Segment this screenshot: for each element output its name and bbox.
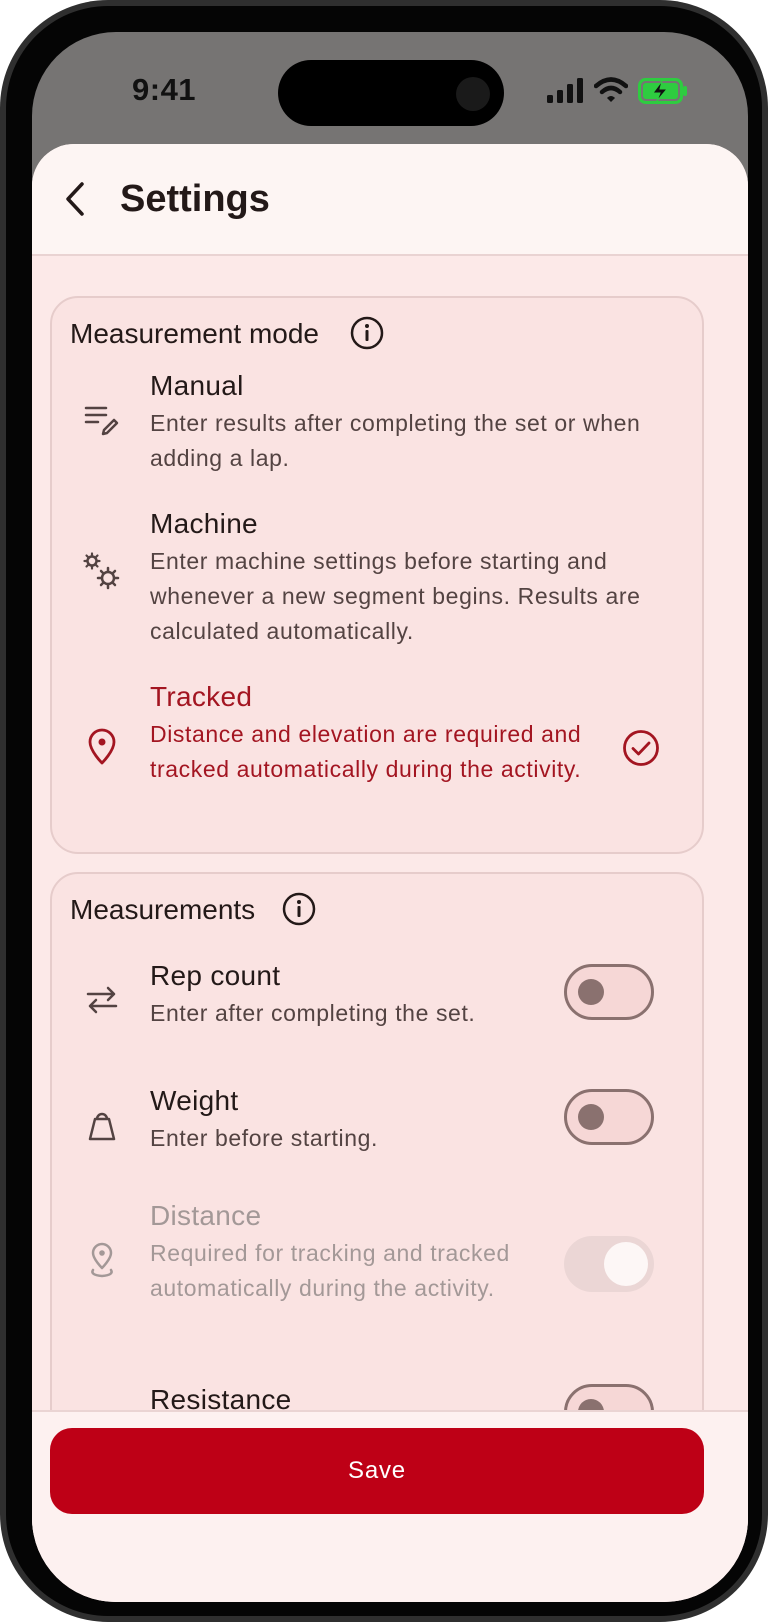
back-arrow-icon[interactable] xyxy=(58,174,94,224)
mode-label: Tracked xyxy=(150,681,253,712)
mode-label: Manual xyxy=(150,370,244,401)
gears-icon xyxy=(83,552,120,590)
toggle-knob xyxy=(578,979,604,1005)
distance-pin-icon xyxy=(91,1242,113,1278)
measurements-card: Measurements Rep count Enter after compl… xyxy=(50,872,704,1492)
measurement-distance: Distance Required for tracking and track… xyxy=(52,1200,706,1330)
mode-option-manual[interactable]: Manual Enter results after completing th… xyxy=(52,368,706,478)
toggle-knob xyxy=(604,1242,648,1286)
mode-option-tracked[interactable]: Tracked Distance and elevation are requi… xyxy=(52,679,706,819)
notes-edit-icon xyxy=(84,406,119,436)
measurement-label: Weight xyxy=(150,1085,239,1116)
info-icon[interactable] xyxy=(282,892,316,926)
toggle-knob xyxy=(578,1104,604,1130)
measurement-label: Distance xyxy=(150,1200,262,1231)
measurement-rep-count: Rep count Enter after completing the set… xyxy=(52,960,706,1040)
cellular-signal-icon xyxy=(547,78,583,103)
location-pin-icon xyxy=(88,728,116,765)
wifi-icon xyxy=(594,77,628,102)
measurement-description: Required for tracking and tracked automa… xyxy=(150,1240,510,1301)
mode-description: Enter results after completing the set o… xyxy=(150,410,641,471)
info-icon[interactable] xyxy=(350,316,384,350)
phone-frame: 9:41 Settings Measurement mode Manual En… xyxy=(0,0,768,1622)
mode-option-machine[interactable]: Machine Enter machine settings before st… xyxy=(52,506,706,646)
camera-icon xyxy=(456,77,490,111)
weight-toggle[interactable] xyxy=(564,1089,654,1145)
screen: 9:41 Settings Measurement mode Manual En… xyxy=(32,32,748,1602)
phone-bezel: 9:41 Settings Measurement mode Manual En… xyxy=(6,6,762,1616)
measurement-label: Rep count xyxy=(150,960,281,991)
check-circle-icon xyxy=(623,730,659,766)
rep-count-toggle[interactable] xyxy=(564,964,654,1020)
distance-toggle xyxy=(564,1236,654,1292)
battery-charging-icon xyxy=(638,78,687,104)
mode-description: Distance and elevation are required and … xyxy=(150,721,582,782)
bottom-bar: Save xyxy=(32,1410,748,1602)
settings-sheet: Settings Measurement mode Manual Enter r… xyxy=(32,144,748,1602)
status-bar: 9:41 xyxy=(32,32,748,144)
save-button[interactable]: Save xyxy=(50,1428,704,1514)
mode-description: Enter machine settings before starting a… xyxy=(150,548,641,644)
status-time: 9:41 xyxy=(132,72,197,107)
repeat-icon xyxy=(86,986,118,1014)
page-title: Settings xyxy=(120,178,270,220)
measurement-mode-title: Measurement mode xyxy=(70,318,320,349)
app-bar: Settings xyxy=(32,144,748,256)
measurement-weight: Weight Enter before starting. xyxy=(52,1085,706,1165)
weight-icon xyxy=(88,1112,116,1141)
measurement-mode-card: Measurement mode Manual Enter results af… xyxy=(50,296,704,854)
mode-label: Machine xyxy=(150,508,258,539)
dynamic-island xyxy=(278,60,504,126)
measurements-title: Measurements xyxy=(70,894,256,925)
